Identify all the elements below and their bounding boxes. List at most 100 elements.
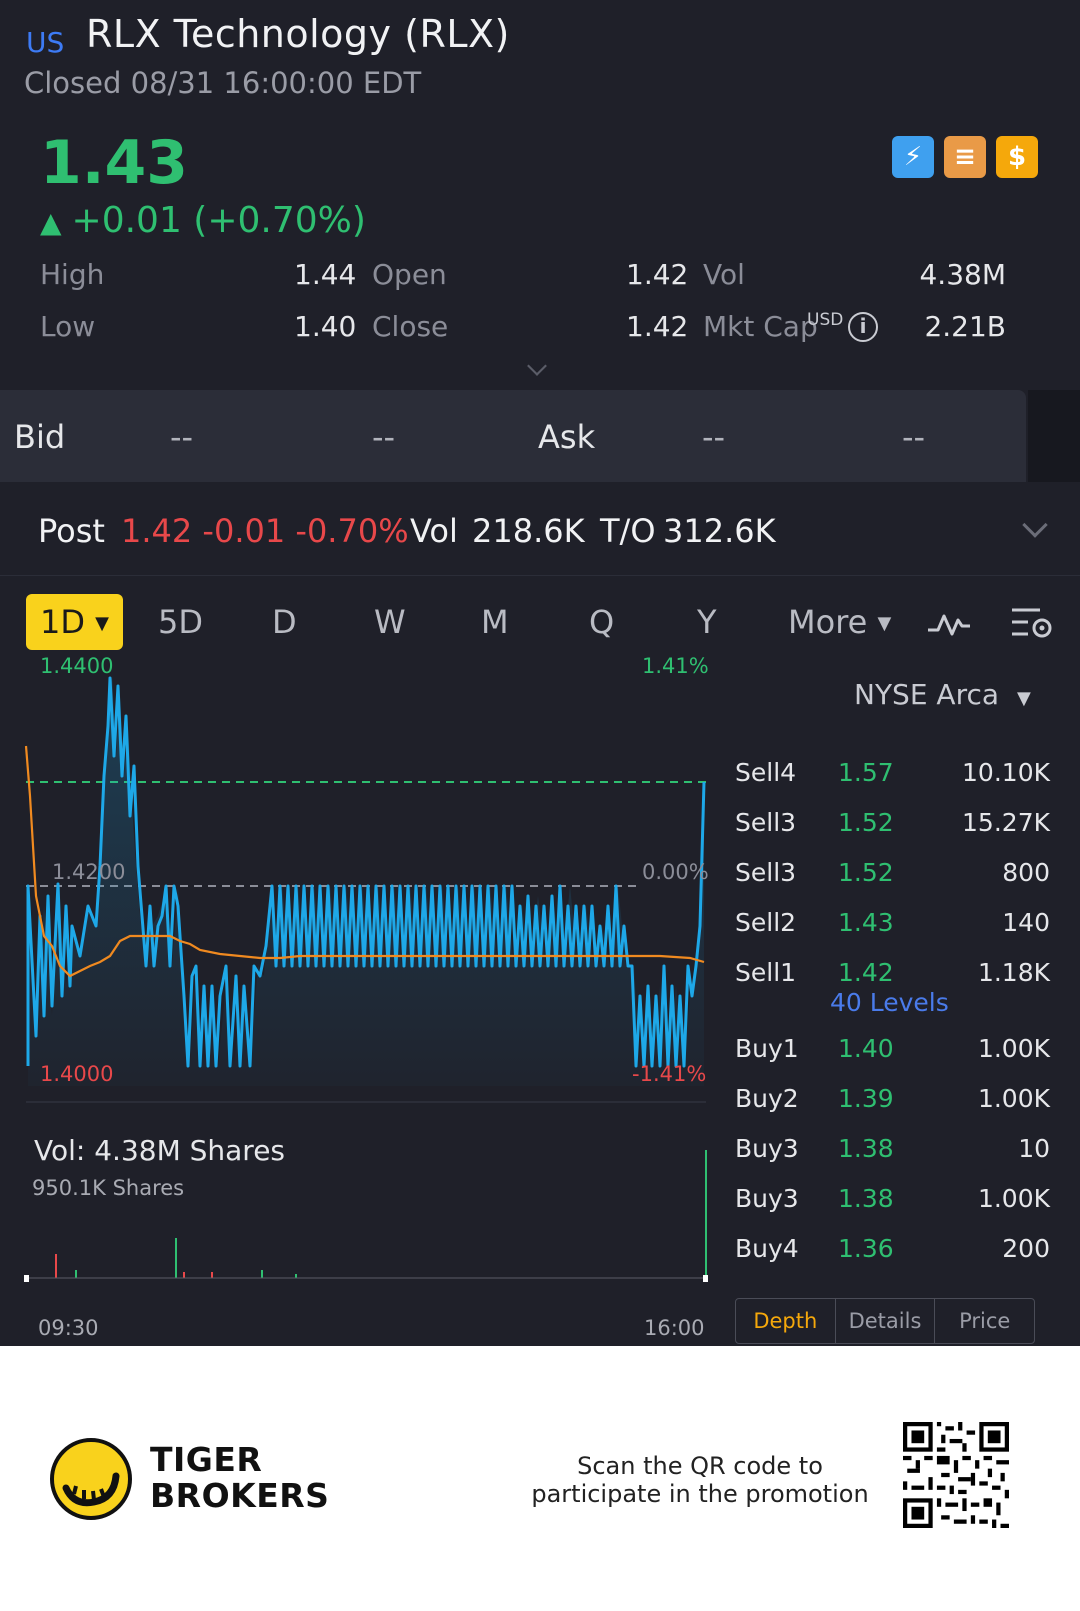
buy-qty: 10 bbox=[1018, 1134, 1050, 1163]
price-chart-svg bbox=[24, 676, 708, 1282]
buy-side: Buy3 bbox=[735, 1184, 799, 1213]
price-change: ▲ +0.01 (+0.70%) bbox=[40, 200, 366, 241]
period-tabs: 1D ▼ 5D D W M Q Y More ▼ bbox=[0, 576, 1080, 666]
chart-settings-icon[interactable] bbox=[1010, 604, 1054, 644]
close-value: 1.42 bbox=[626, 310, 689, 343]
tab-more[interactable]: More ▼ bbox=[788, 594, 891, 650]
sell-side: Sell3 bbox=[735, 858, 797, 887]
low-label: Low bbox=[40, 310, 96, 343]
buy-qty: 1.00K bbox=[977, 1034, 1050, 1063]
dollar-icon[interactable]: $ bbox=[996, 136, 1038, 178]
sell-qty: 140 bbox=[1002, 908, 1050, 937]
order-book-tabs: Depth Details Price bbox=[735, 1298, 1035, 1344]
sell-side: Sell2 bbox=[735, 908, 797, 937]
tab-q[interactable]: Q bbox=[589, 594, 614, 650]
order-book: NYSE Arca ▼ Sell5 Sell4 1.57 10.10K Sell3… bbox=[720, 666, 1080, 1352]
time-end-label: 16:00 bbox=[644, 1316, 705, 1340]
sell-row-side: Sell5 bbox=[735, 722, 797, 751]
tab-w[interactable]: W bbox=[374, 594, 406, 650]
tab-1d[interactable]: 1D ▼ bbox=[26, 594, 124, 650]
indicator-icon[interactable] bbox=[926, 606, 972, 640]
quote-header: US RLX Technology (RLX) Closed 08/31 16:… bbox=[0, 0, 1080, 390]
buy-price: 1.38 bbox=[838, 1134, 894, 1163]
expand-chevron-icon[interactable] bbox=[527, 356, 547, 376]
bid-size: -- bbox=[372, 418, 396, 456]
promo-text: Scan the QR code to participate in the p… bbox=[531, 1452, 869, 1508]
vol-value: 4.38M bbox=[919, 258, 1006, 291]
high-pct-label: 1.41% bbox=[642, 654, 709, 678]
bid-ask-bar: Bid -- -- Ask -- -- bbox=[0, 390, 1026, 482]
high-value: 1.44 bbox=[294, 258, 357, 291]
sell-qty: 10.10K bbox=[962, 758, 1050, 787]
buy-row: Buy4 1.36 200 bbox=[720, 1234, 1050, 1274]
ask-size: -- bbox=[902, 418, 926, 456]
volume-bars bbox=[24, 1150, 708, 1282]
sell-price: 1.42 bbox=[838, 958, 894, 987]
mid-pct-label: 0.00% bbox=[642, 860, 709, 884]
lightning-icon[interactable]: ⚡ bbox=[892, 136, 934, 178]
high-label: High bbox=[40, 258, 105, 291]
buy-side: Buy1 bbox=[735, 1034, 799, 1063]
chevron-down-icon[interactable] bbox=[1022, 512, 1048, 538]
ask-label: Ask bbox=[538, 418, 596, 456]
levels-toggle[interactable]: 40 Levels bbox=[830, 988, 949, 1017]
post-label: Post bbox=[38, 512, 105, 550]
ask-price: -- bbox=[702, 418, 726, 456]
open-value: 1.42 bbox=[626, 258, 689, 291]
stack-icon[interactable]: ≡ bbox=[944, 136, 986, 178]
sell-price: 1.43 bbox=[838, 908, 894, 937]
exchange-selector[interactable]: NYSE Arca ▼ bbox=[854, 678, 1031, 711]
brand-name: TIGER BROKERS bbox=[150, 1442, 329, 1514]
market-status: Closed 08/31 16:00:00 EDT bbox=[24, 66, 422, 100]
tab-5d[interactable]: 5D bbox=[158, 594, 203, 650]
close-label: Close bbox=[372, 310, 449, 343]
feature-badges: ⚡ ≡ $ bbox=[892, 136, 1038, 178]
tab-d[interactable]: D bbox=[272, 594, 297, 650]
brand-line-1: TIGER bbox=[150, 1440, 263, 1479]
buy-row: Buy3 1.38 1.00K bbox=[720, 1184, 1050, 1224]
tab-y[interactable]: Y bbox=[697, 594, 717, 650]
tab-m[interactable]: M bbox=[481, 594, 509, 650]
intraday-chart[interactable]: 1.4400 1.4200 1.4000 1.41% 0.00% -1.41% bbox=[0, 654, 720, 1346]
low-value: 1.40 bbox=[294, 310, 357, 343]
buy-qty: 1.00K bbox=[977, 1084, 1050, 1113]
sell-side: Sell4 bbox=[735, 758, 797, 787]
tab-depth[interactable]: Depth bbox=[736, 1299, 836, 1343]
low-pct-label: -1.41% bbox=[632, 1062, 707, 1086]
sell-side: Sell1 bbox=[735, 958, 797, 987]
tab-details[interactable]: Details bbox=[836, 1299, 936, 1343]
bid-price: -- bbox=[170, 418, 194, 456]
mktcap-unit: USD bbox=[807, 310, 844, 330]
bid-label: Bid bbox=[14, 418, 66, 456]
sell-price: 1.52 bbox=[838, 858, 894, 887]
sell-row: Sell4 1.57 10.10K bbox=[720, 758, 1050, 798]
sell-row: Sell3 1.52 15.27K bbox=[720, 808, 1050, 848]
bid-ask-side-panel bbox=[1028, 390, 1080, 482]
vol-label: Vol bbox=[703, 258, 745, 291]
sell-side: Sell3 bbox=[735, 808, 797, 837]
post-market-bar[interactable]: Post 1.42 -0.01 -0.70% Vol 218.6K T/O 31… bbox=[0, 482, 1080, 576]
post-vol-value: 218.6K bbox=[472, 512, 585, 550]
tiger-logo bbox=[50, 1438, 132, 1520]
post-to-label: T/O bbox=[600, 512, 656, 550]
mid-price-label: 1.4200 bbox=[52, 860, 126, 884]
qr-code[interactable] bbox=[903, 1422, 1009, 1528]
sell-qty: 800 bbox=[1002, 858, 1050, 887]
post-vol-label: Vol bbox=[410, 512, 458, 550]
buy-row: Buy1 1.40 1.00K bbox=[720, 1034, 1050, 1074]
low-price-label: 1.4000 bbox=[40, 1062, 114, 1086]
info-icon[interactable]: i bbox=[848, 312, 878, 342]
open-label: Open bbox=[372, 258, 447, 291]
sell-row: Sell3 1.52 800 bbox=[720, 858, 1050, 898]
price-change-value: +0.01 (+0.70%) bbox=[71, 200, 366, 241]
buy-row: Buy3 1.38 10 bbox=[720, 1134, 1050, 1174]
last-price: 1.43 bbox=[40, 128, 189, 198]
mktcap-label: Mkt Cap bbox=[703, 310, 818, 343]
buy-qty: 200 bbox=[1002, 1234, 1050, 1263]
sell-row: Sell2 1.43 140 bbox=[720, 908, 1050, 948]
market-tag: US bbox=[26, 26, 65, 59]
tab-price[interactable]: Price bbox=[935, 1299, 1034, 1343]
buy-side: Buy3 bbox=[735, 1134, 799, 1163]
sell-price: 1.57 bbox=[838, 758, 894, 787]
promo-footer: TIGER BROKERS Scan the QR code to partic… bbox=[0, 1346, 1080, 1611]
